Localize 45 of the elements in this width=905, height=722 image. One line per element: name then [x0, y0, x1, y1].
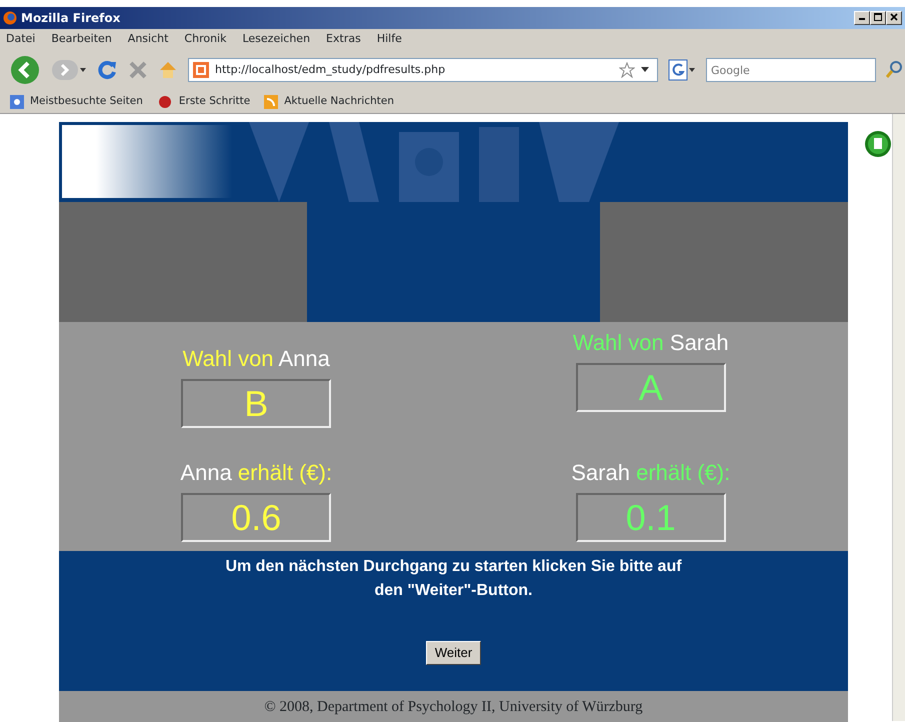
- stop-icon[interactable]: [128, 60, 148, 80]
- site-icon: [193, 62, 209, 78]
- device-icon[interactable]: [864, 130, 892, 158]
- bookmark-folder-icon: [10, 94, 24, 108]
- amount-value: 0.1: [576, 493, 726, 542]
- dropdown-arrow-icon[interactable]: [641, 67, 649, 73]
- close-icon: [890, 12, 898, 21]
- menu-item[interactable]: Chronik: [184, 31, 226, 48]
- close-button[interactable]: [886, 11, 902, 25]
- search-icon[interactable]: [886, 61, 902, 79]
- menu-item[interactable]: Ansicht: [128, 31, 168, 48]
- amount-heading: Anna erhält (€):: [180, 459, 332, 487]
- minimize-icon: [859, 18, 865, 20]
- reload-icon[interactable]: [96, 59, 118, 81]
- search-field[interactable]: Google: [706, 58, 876, 82]
- firefox-logo-icon: [3, 11, 17, 25]
- choice-value: A: [576, 363, 726, 412]
- address-field[interactable]: http://localhost/edm_study/pdfresults.php: [188, 58, 658, 82]
- continue-button[interactable]: Weiter: [426, 641, 482, 664]
- menu-item[interactable]: Lesezeichen: [242, 31, 310, 48]
- bookmark-link[interactable]: Aktuelle Nachrichten: [284, 94, 394, 110]
- bookmark-link[interactable]: Erste Schritte: [178, 94, 250, 110]
- bookmark-link[interactable]: Meistbesuchte Seiten: [30, 94, 143, 110]
- maximize-icon: [874, 12, 882, 21]
- forward-icon[interactable]: [52, 58, 86, 82]
- minimize-button[interactable]: [854, 11, 870, 25]
- window-title: Mozilla Firefox: [21, 10, 120, 27]
- menu-item[interactable]: Bearbeiten: [51, 31, 112, 48]
- amount-heading: Sarah erhält (€):: [571, 459, 730, 487]
- menu-item[interactable]: Datei: [6, 31, 36, 48]
- choice-value: B: [181, 379, 332, 428]
- maximize-button[interactable]: [870, 11, 886, 25]
- search-engine-icon[interactable]: [668, 59, 696, 81]
- footer-text: © 2008, Department of Psychology II, University of Würzburg: [59, 691, 848, 722]
- choice-heading: Wahl von Anna: [182, 345, 330, 373]
- star-icon[interactable]: [619, 62, 635, 78]
- feed-icon: [264, 94, 278, 108]
- instruction-text: Um den nächsten Durchgang zu starten klicken Sie bitte auf den "Weiter"-Button.: [224, 557, 683, 601]
- back-icon[interactable]: [10, 55, 42, 85]
- bookmark-icon: [156, 94, 173, 108]
- menu-item[interactable]: Extras: [326, 31, 361, 48]
- scrollbar[interactable]: [892, 114, 905, 721]
- amount-value: 0.6: [181, 493, 332, 542]
- menu-item[interactable]: Hilfe: [376, 31, 402, 48]
- choice-heading: Wahl von Sarah: [572, 329, 729, 357]
